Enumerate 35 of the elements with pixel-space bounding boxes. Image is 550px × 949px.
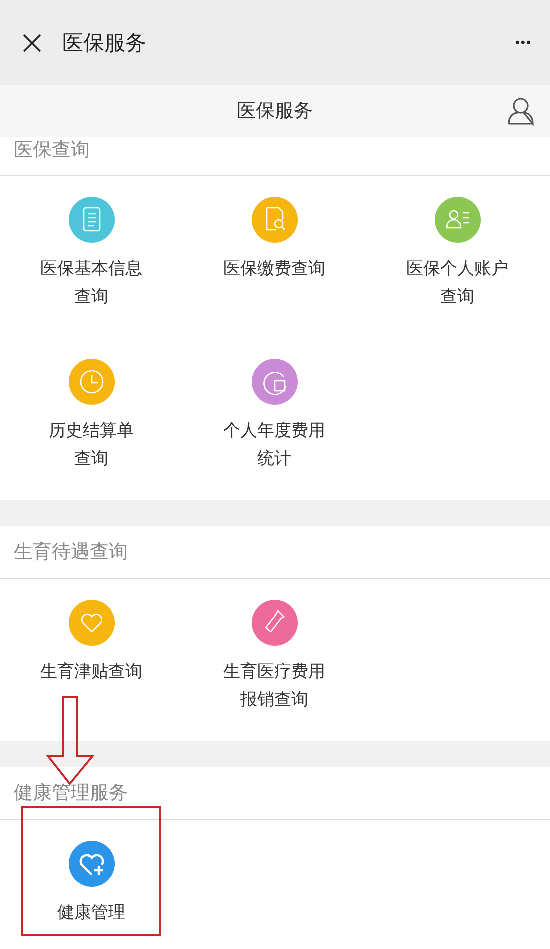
- service-label[interactable]: 查询: [74, 283, 108, 311]
- service-label[interactable]: 查询: [440, 283, 474, 311]
- service-label[interactable]: 历史结算单: [49, 417, 134, 445]
- contact-list-icon[interactable]: [434, 197, 480, 243]
- service-tile[interactable]: 个人年度费用 统计: [183, 338, 366, 500]
- service-tile[interactable]: 医保缴费查询: [183, 176, 366, 338]
- service-label[interactable]: 医保缴费查询: [224, 255, 326, 283]
- more-button[interactable]: •••: [515, 35, 532, 50]
- service-tile[interactable]: 医保个人账户 查询: [366, 176, 549, 338]
- page-title: 医保服务: [237, 99, 313, 124]
- document-search-icon[interactable]: [252, 197, 298, 243]
- service-label[interactable]: 个人年度费用: [224, 417, 326, 445]
- service-tile[interactable]: 生育医疗费用 报销查询: [183, 579, 366, 741]
- service-label[interactable]: 查询: [74, 445, 108, 473]
- service-label[interactable]: 医保个人账户: [406, 255, 508, 283]
- service-label[interactable]: 报销查询: [240, 686, 308, 714]
- service-tile[interactable]: 生育津贴查询: [0, 579, 183, 741]
- document-icon[interactable]: [68, 197, 114, 243]
- service-label[interactable]: 生育医疗费用: [224, 658, 326, 686]
- clock-icon[interactable]: [68, 359, 114, 405]
- user-icon[interactable]: [506, 96, 536, 126]
- service-tile[interactable]: 历史结算单 查询: [0, 338, 183, 500]
- close-button[interactable]: ×: [18, 26, 46, 60]
- section-title: 医保查询: [14, 138, 90, 163]
- service-label[interactable]: 统计: [258, 445, 292, 473]
- window-title: 医保服务: [62, 30, 148, 56]
- service-tile[interactable]: 医保基本信息 查询: [0, 176, 183, 338]
- heart-plus-icon[interactable]: [68, 841, 114, 887]
- service-label[interactable]: 健康管理: [58, 899, 126, 927]
- service-label[interactable]: 生育津贴查询: [40, 658, 142, 686]
- section-title: 健康管理服务: [14, 781, 128, 806]
- bottle-icon[interactable]: [252, 600, 298, 646]
- service-label[interactable]: 医保基本信息: [40, 255, 142, 283]
- section-title: 生育待遇查询: [14, 540, 128, 565]
- chart-icon[interactable]: [252, 359, 298, 405]
